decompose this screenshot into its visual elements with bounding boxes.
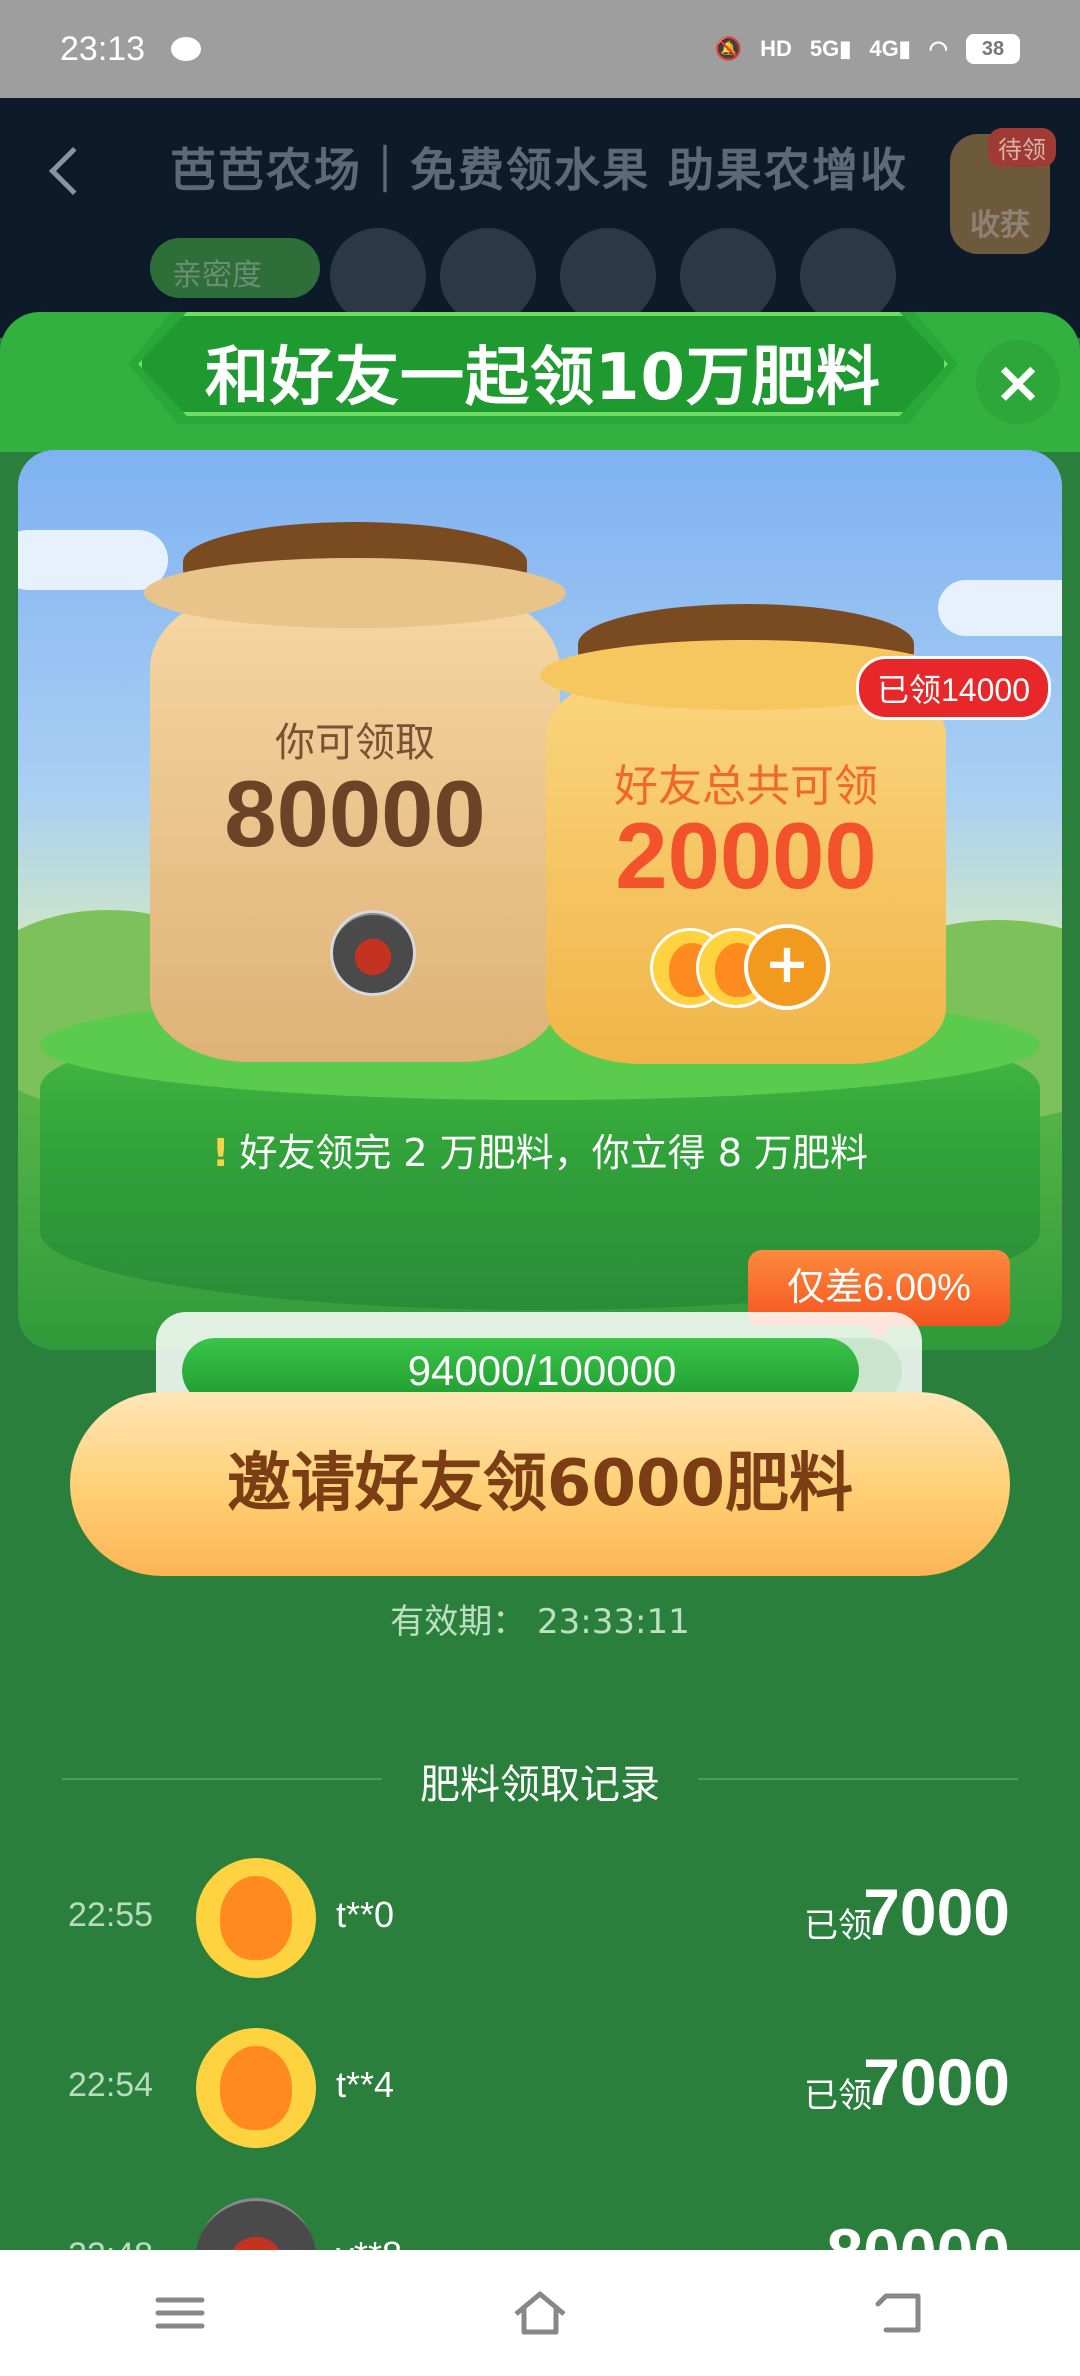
user-avatar [330,910,416,996]
status-icons: 🔕 HD 5G▮ 4G▮ ◠ 38 [715,34,1020,64]
record-avatar [196,1858,316,1978]
slot [560,228,656,324]
fertilizer-scene: 你可领取 80000 好友总共可领 20000 已领14000 + [18,450,1062,1350]
record-time: 22:48 [68,2236,153,2250]
battery-icon: 38 [966,34,1020,64]
claimed-badge: 已领14000 [856,656,1051,720]
slot [440,228,536,324]
wifi-icon: ◠ [928,36,948,61]
wechat-icon [171,37,202,61]
5g-signal-icon: 5G▮ [809,36,852,61]
record-status: 已领 [804,2076,872,2116]
reward-tip: ! 好友领完 2 万肥料，你立得 8 万肥料 [0,1122,1080,1177]
background-title: 芭芭农场｜免费领水果 助果农增收 [170,143,909,197]
record-name: t**0 [336,1894,395,1935]
record-row: 22:48 y**8 可领 80000 [0,2192,1080,2250]
4g-signal-icon: 4G▮ [869,36,911,61]
record-status: 已领 [804,1906,872,1946]
menu-icon[interactable] [150,2288,210,2338]
back-nav-icon[interactable] [870,2288,930,2338]
home-icon[interactable] [510,2288,570,2338]
harvest-label: 收获 [970,208,1030,243]
intimacy-pill[interactable]: 亲密度 [150,238,320,298]
you-can-claim-value: 80000 [224,761,486,866]
expiry-time: 有效期： 23:33:11 [390,1602,690,1642]
record-amount: 7000 [863,2045,1010,2119]
record-name: y**8 [336,2234,402,2250]
modal-title: 和好友一起领10万肥料 [204,341,882,415]
invite-friends-button[interactable]: 邀请好友领6000肥料 [70,1392,1010,1576]
system-nav-bar [0,2250,1080,2376]
record-name: t**4 [336,2064,395,2105]
status-time: 23:13 [60,29,146,68]
record-time: 22:54 [68,2066,154,2104]
record-avatar [196,2198,316,2250]
close-button[interactable]: × [976,340,1060,424]
friends-total-value: 20000 [615,803,877,908]
invite-modal: 和好友一起领10万肥料 × 你可领取 80000 好友总共可领 20000 已领… [0,312,1080,2250]
mute-icon: 🔕 [714,36,743,61]
records-title: 肥料领取记录 [420,1762,660,1808]
record-row: 22:55 t**0 已领 7000 [0,1852,1080,1982]
slot [330,228,426,324]
slot [680,228,776,324]
slot [800,228,896,324]
record-row: 22:54 t**4 已领 7000 [0,2022,1080,2152]
hd-icon: HD [760,36,792,61]
harvest-button[interactable]: 待领 收获 [950,128,1056,254]
record-amount: 80000 [826,2214,1010,2250]
record-amount: 7000 [863,1875,1010,1949]
cloud [938,580,1062,636]
back-icon[interactable] [48,146,98,196]
status-bar: 23:13 🔕 HD 5G▮ 4G▮ ◠ 38 [0,0,1080,98]
background-page-header: 芭芭农场｜免费领水果 助果农增收 亲密度 待领 收获 [0,98,1080,338]
cloud [18,530,168,590]
record-avatar [196,2028,316,2148]
add-friend-button[interactable]: + [744,924,830,1010]
reward-tip-text: 好友领完 2 万肥料，你立得 8 万肥料 [239,1131,868,1175]
exclamation-icon: ! [211,1131,230,1175]
harvest-badge: 待领 [988,128,1056,167]
bag-rim [144,558,566,628]
modal-title-banner: 和好友一起领10万肥料 [128,312,958,424]
record-time: 22:55 [68,1896,154,1934]
